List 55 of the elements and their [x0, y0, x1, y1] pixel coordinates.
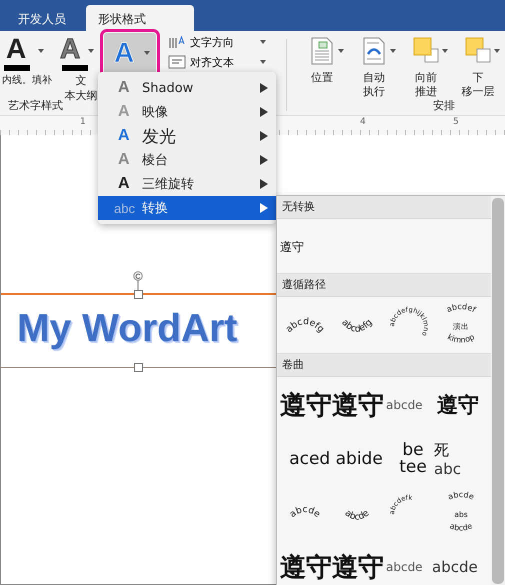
ruler-number: 4: [360, 117, 366, 127]
menu-item[interactable]: A Shadow: [98, 76, 276, 100]
page-position-icon: [311, 37, 333, 65]
arrange-button[interactable]: 自动 执行: [351, 37, 397, 99]
caret-icon: [38, 49, 44, 53]
group-label: 艺术字样式: [8, 98, 63, 113]
arrange-button[interactable]: 位置: [299, 37, 345, 99]
ribbon-tab[interactable]: 开发人员: [6, 5, 78, 31]
wordart-style-option[interactable]: be tee: [394, 433, 432, 485]
menu-item[interactable]: A 棱台: [98, 148, 276, 172]
wordart-text: My WordArt: [17, 307, 238, 351]
wordart-style-option[interactable]: abcde: [280, 487, 330, 539]
section-header: 卷曲: [277, 354, 491, 377]
text-effect-button[interactable]: A: [2, 33, 48, 73]
wordart-style-option[interactable]: 死 abc: [434, 433, 484, 485]
caret-icon: [260, 40, 266, 44]
wordart-style-option[interactable]: 遵守: [432, 379, 484, 431]
send-backward-icon: [465, 37, 491, 63]
button-label: 内线。填补: [2, 74, 52, 88]
menu-item[interactable]: A 发光: [98, 124, 276, 148]
align-text-icon: [168, 55, 186, 69]
caret-icon: [260, 60, 266, 64]
text-wrap-icon: [363, 37, 385, 65]
section-header: 遵循路径: [277, 274, 491, 297]
arrange-button[interactable]: 向前 推进: [403, 37, 449, 99]
resize-handle[interactable]: [134, 290, 143, 299]
caret-icon: [494, 49, 500, 53]
wordart-style-option[interactable]: abcdefg: [332, 299, 382, 351]
text-command-button[interactable]: 文字方向: [166, 33, 270, 51]
ruler-number: 1: [80, 117, 86, 127]
wordart-style-option[interactable]: abcde: [432, 541, 478, 585]
text-effect-button[interactable]: A: [52, 33, 98, 73]
arrange-button[interactable]: 下 移一层: [455, 37, 501, 99]
resize-handle[interactable]: [134, 363, 143, 372]
group-label: 安排: [433, 98, 455, 113]
button-label: 本大纲: [64, 88, 98, 103]
menu-item[interactable]: A 映像: [98, 100, 276, 124]
text-direction-icon: [168, 35, 186, 49]
caret-icon: [390, 49, 396, 53]
section-header: 无转换: [277, 196, 491, 219]
bring-forward-icon: [413, 37, 439, 63]
text-command-button[interactable]: 对齐文本: [166, 53, 270, 71]
ribbon-tab[interactable]: 形状格式: [86, 5, 194, 31]
menu-item[interactable]: abc 转换: [98, 196, 276, 220]
wordart-style-option[interactable]: 遵守: [280, 221, 304, 273]
wordart-style-option[interactable]: aced abide: [280, 433, 392, 485]
caret-icon: [442, 49, 448, 53]
ruler-number: 5: [453, 117, 459, 127]
scrollbar[interactable]: [491, 196, 505, 585]
caret-icon: [88, 49, 94, 53]
wordart-style-option[interactable]: abcde: [332, 487, 382, 539]
button-label: 文: [76, 73, 86, 88]
caret-icon: [338, 49, 344, 53]
menu-item[interactable]: A 三维旋转: [98, 172, 276, 196]
caret-icon: [144, 51, 150, 55]
